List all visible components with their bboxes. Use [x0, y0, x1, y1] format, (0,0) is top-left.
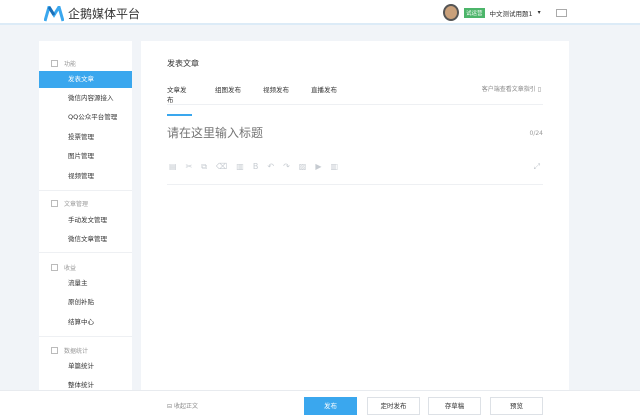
logo-text: 企鹅媒体平台: [68, 7, 141, 21]
paste-icon[interactable]: ▥: [236, 162, 244, 172]
tab-live[interactable]: 直播发布: [311, 84, 359, 116]
copy-icon[interactable]: ⧉: [201, 162, 207, 172]
tab-video[interactable]: 视频发布: [263, 84, 311, 116]
section-revenue: 收益: [51, 263, 76, 272]
sidebar-item-original-subsidy[interactable]: 原创补贴: [39, 294, 132, 311]
undo-icon[interactable]: ↶: [267, 162, 274, 172]
page-title: 发表文章: [167, 59, 199, 68]
divider: [39, 252, 132, 253]
sidebar-item-traffic[interactable]: 流量主: [39, 275, 132, 292]
user-menu[interactable]: 试运营 中文测试用题1 ▾: [443, 4, 567, 21]
bold-icon[interactable]: B: [253, 162, 259, 172]
schedule-publish-button[interactable]: 定时发布: [367, 397, 420, 415]
username[interactable]: 中文测试用题1: [490, 8, 533, 18]
editor-panel: 发表文章 文章发布 组图发布 视频发布 直播发布 客户端查看文章指引 ▯ 0/2…: [141, 41, 569, 390]
editor-toolbar: ▤ ✂ ⧉ ⌫ ▥ B ↶ ↷ ▨ ▶ ▥: [169, 162, 338, 172]
bookmark-icon: [51, 264, 58, 271]
sidebar-item-publish[interactable]: 发表文章: [39, 71, 132, 88]
sidebar-item-manual-articles[interactable]: 手动发文管理: [39, 212, 132, 229]
publish-button[interactable]: 发布: [304, 397, 357, 415]
document-icon: [51, 200, 58, 207]
section-function: 功能: [51, 59, 76, 68]
tab-article[interactable]: 文章发布: [167, 84, 192, 116]
preview-button[interactable]: 预览: [490, 397, 543, 415]
mail-icon[interactable]: [555, 8, 567, 17]
logo-icon: [44, 5, 64, 21]
sidebar-item-wechat-articles[interactable]: 微信文章管理: [39, 231, 132, 248]
edit-icon: [51, 60, 58, 67]
sidebar: 功能 发表文章 微信内容源接入 QQ公众平台管理 投票管理 图片管理 视频管理 …: [39, 41, 132, 390]
eraser-icon[interactable]: ⌫: [216, 162, 227, 172]
section-articles: 文章管理: [51, 199, 88, 208]
chart-icon[interactable]: ▥: [330, 162, 338, 172]
divider: [167, 184, 543, 185]
format-icon[interactable]: ▤: [169, 162, 177, 172]
logo[interactable]: 企鹅媒体平台: [44, 5, 140, 22]
sidebar-item-images[interactable]: 图片管理: [39, 148, 132, 165]
divider: [167, 104, 543, 105]
collapse-body-toggle[interactable]: ⊟ 收起正文: [167, 401, 198, 410]
image-icon[interactable]: ▨: [299, 162, 307, 172]
sidebar-item-single-stats[interactable]: 单篇统计: [39, 358, 132, 375]
status-badge: 试运营: [464, 7, 485, 18]
minus-square-icon: ⊟: [167, 403, 173, 410]
phone-icon: ▯: [537, 86, 541, 93]
client-guide-link[interactable]: 客户端查看文章指引 ▯: [482, 84, 541, 93]
bar-chart-icon: [51, 347, 58, 354]
sidebar-item-settlement[interactable]: 结算中心: [39, 314, 132, 331]
sidebar-item-wechat-source[interactable]: 微信内容源接入: [39, 90, 132, 107]
chevron-down-icon[interactable]: ▾: [538, 9, 541, 16]
top-header: 企鹅媒体平台 试运营 中文测试用题1 ▾: [0, 0, 640, 25]
publish-tabs: 文章发布 组图发布 视频发布 直播发布: [167, 84, 359, 116]
redo-icon[interactable]: ↷: [283, 162, 290, 172]
sidebar-item-videos[interactable]: 视频管理: [39, 168, 132, 185]
avatar[interactable]: [443, 4, 459, 21]
video-icon[interactable]: ▶: [315, 162, 321, 172]
cut-icon[interactable]: ✂: [186, 162, 193, 172]
save-draft-button[interactable]: 存草稿: [428, 397, 481, 415]
divider: [39, 336, 132, 337]
footer-bar: ⊟ 收起正文 发布 定时发布 存草稿 预览: [0, 390, 640, 418]
section-stats: 数据统计: [51, 346, 88, 355]
title-char-count: 0/24: [529, 130, 543, 137]
divider: [39, 190, 132, 191]
sidebar-item-vote[interactable]: 投票管理: [39, 129, 132, 146]
sidebar-item-qq-platform[interactable]: QQ公众平台管理: [39, 109, 132, 126]
fullscreen-icon[interactable]: ⤢: [534, 162, 540, 172]
tab-gallery[interactable]: 组图发布: [215, 84, 263, 116]
title-input[interactable]: [167, 126, 467, 140]
